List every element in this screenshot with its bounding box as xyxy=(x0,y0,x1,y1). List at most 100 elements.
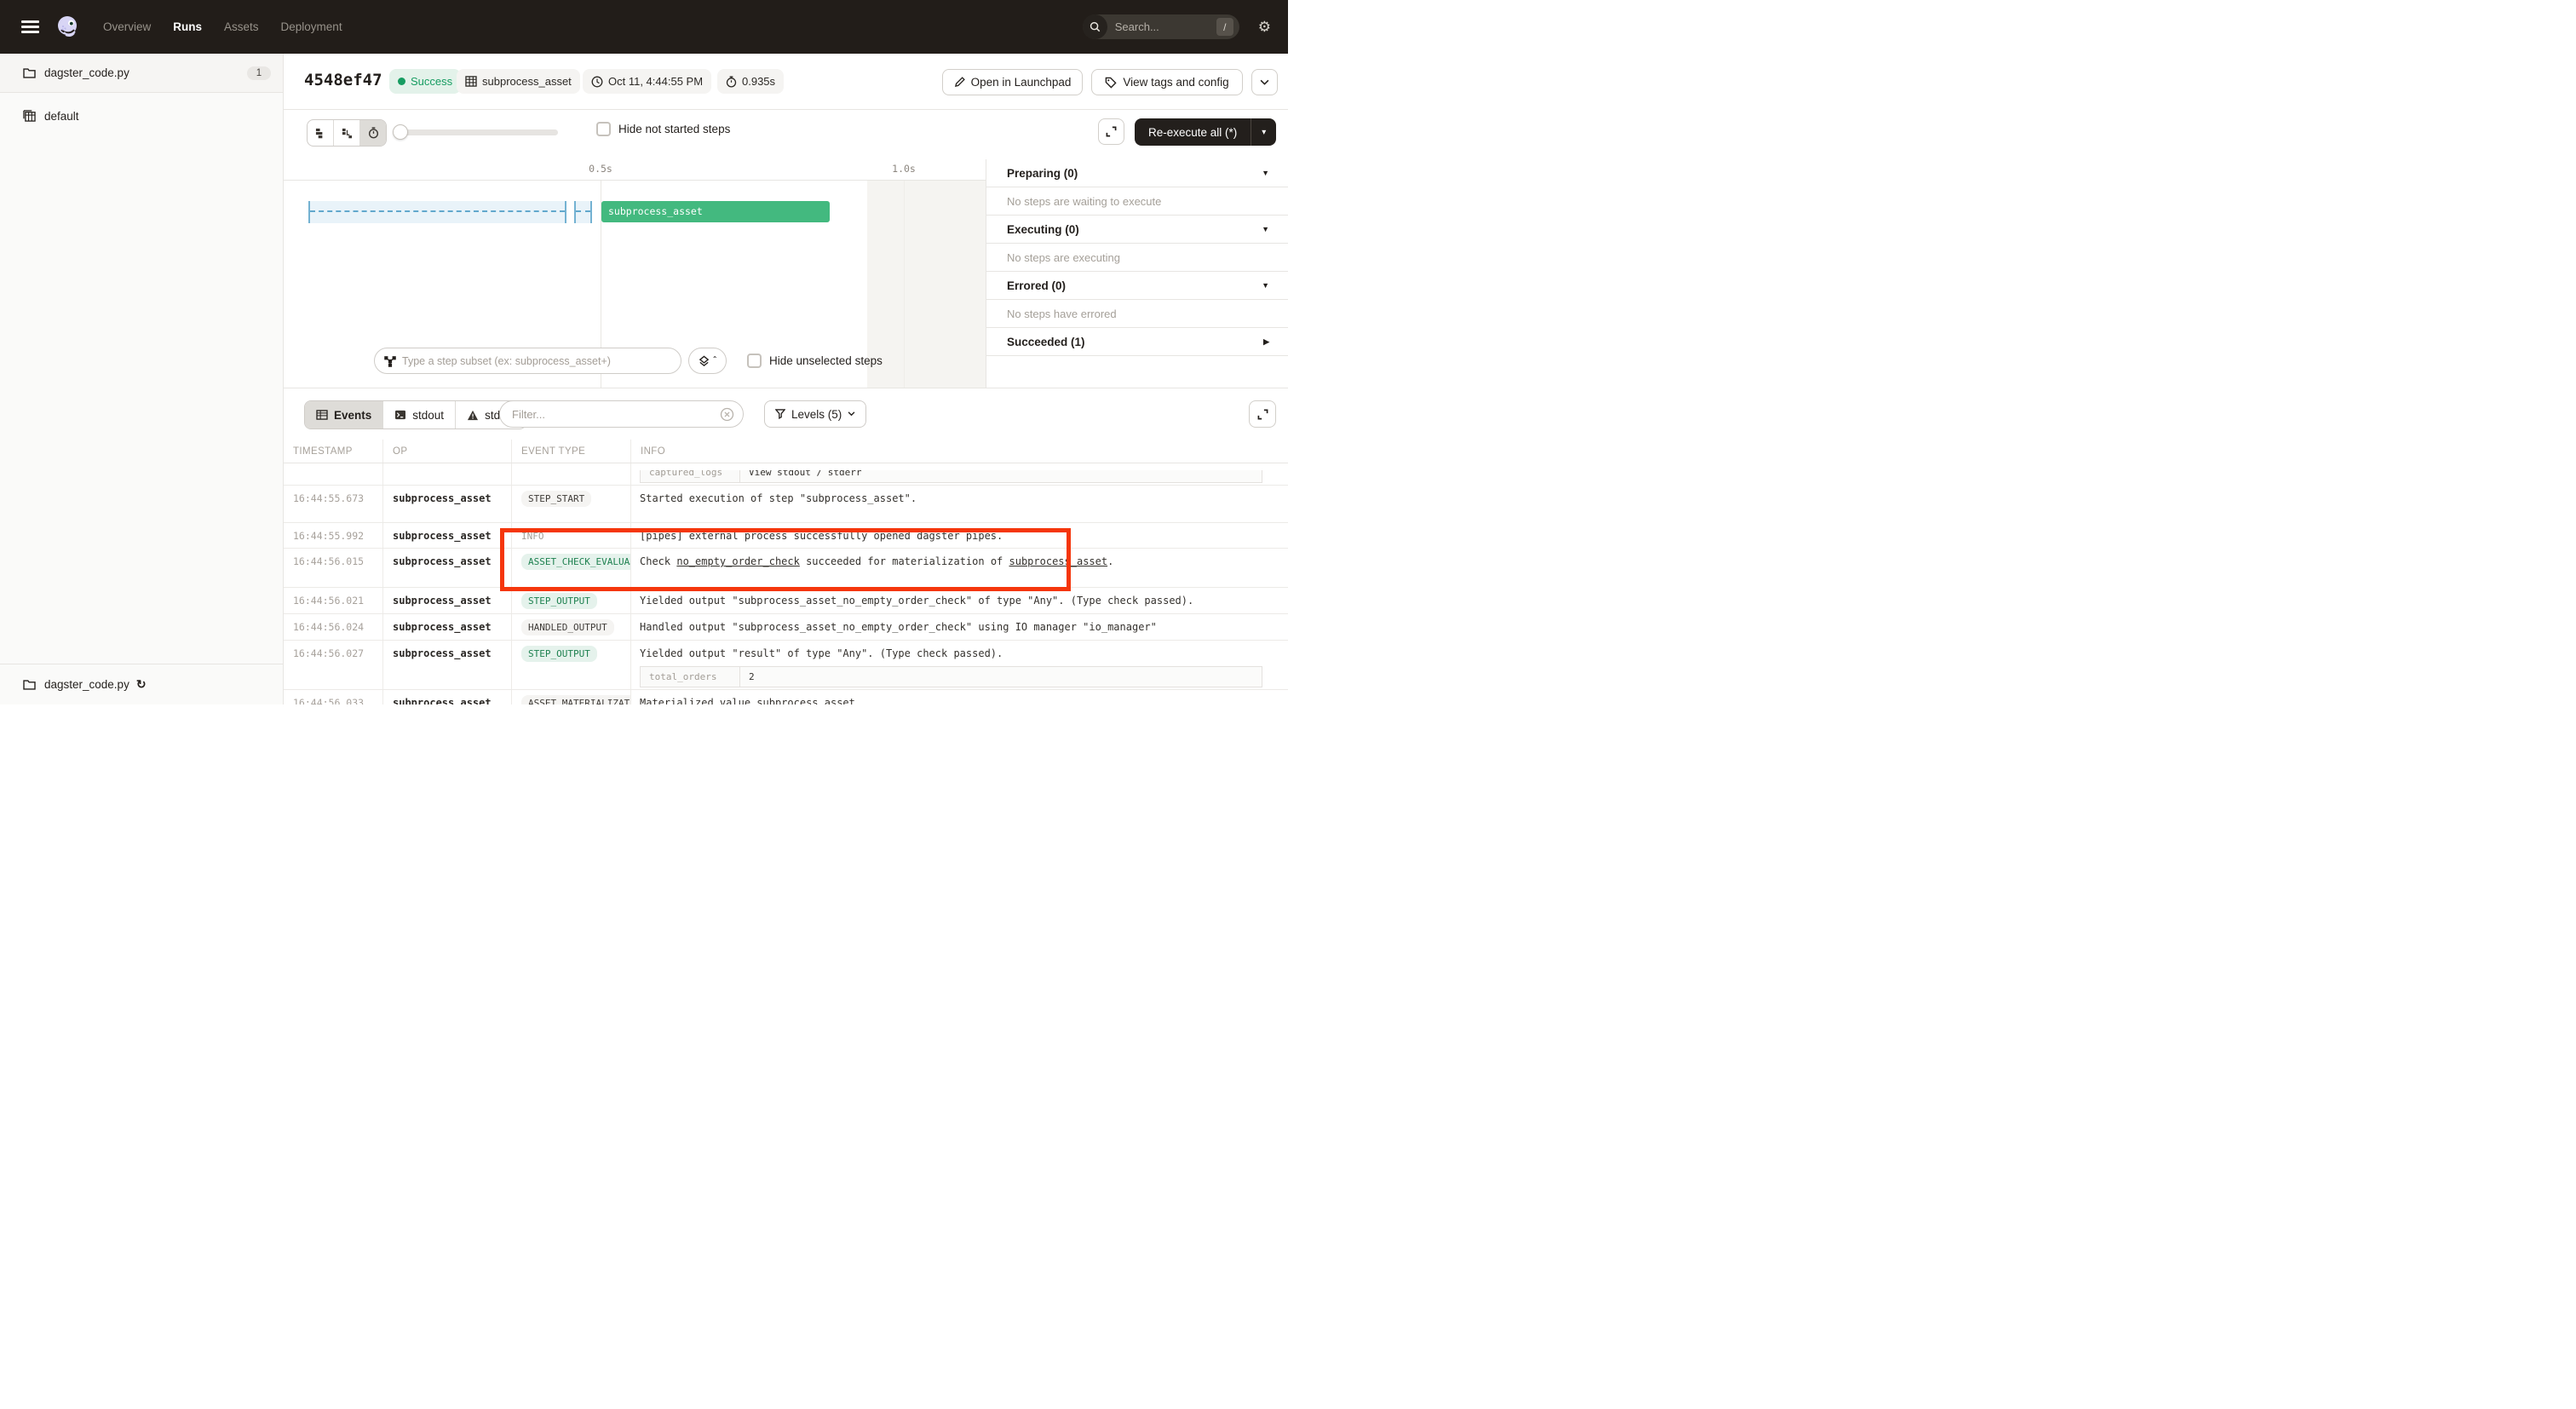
sidebar-item-default[interactable]: default xyxy=(0,101,283,130)
log-row[interactable]: 16:44:56.015subprocess_assetASSET_CHECK_… xyxy=(284,549,1288,588)
log-info: Handled output "subprocess_asset_no_empt… xyxy=(631,614,1288,640)
log-row[interactable]: 16:44:56.021subprocess_assetSTEP_OUTPUTY… xyxy=(284,588,1288,614)
info-link[interactable]: subprocess_asset xyxy=(1009,555,1108,567)
hide-unselected-checkbox-row[interactable]: Hide unselected steps xyxy=(747,354,883,368)
levels-dropdown[interactable]: Levels (5) xyxy=(764,400,866,428)
waiting-period-bar-2 xyxy=(574,201,592,223)
filter-funnel-icon xyxy=(775,409,785,419)
log-event-type: STEP_OUTPUT xyxy=(512,641,631,689)
clock-icon xyxy=(591,76,603,88)
info-text: succeeded for materialization of xyxy=(800,555,1009,567)
logs-fullscreen-button[interactable] xyxy=(1249,400,1276,428)
log-row[interactable]: 16:44:55.673subprocess_assetSTEP_STARTSt… xyxy=(284,486,1288,523)
hide-not-started-checkbox[interactable] xyxy=(596,122,611,136)
zoom-slider-thumb[interactable] xyxy=(393,124,408,140)
metadata-value[interactable]: View stdout / stderr xyxy=(740,470,1262,483)
reload-icon[interactable]: ↻ xyxy=(136,677,147,692)
chevron-down-icon xyxy=(1260,79,1269,85)
clear-filter-icon[interactable] xyxy=(720,407,734,422)
run-timestamp: Oct 11, 4:44:55 PM xyxy=(583,69,711,94)
status-section-header[interactable]: Succeeded (1)▶ xyxy=(986,328,1288,356)
reexecute-label: Re-execute all (*) xyxy=(1135,126,1251,139)
folder-icon xyxy=(23,679,36,690)
nav-item-deployment[interactable]: Deployment xyxy=(281,20,342,33)
search-input[interactable]: Search... / xyxy=(1083,14,1239,39)
metadata-table: total_orders2 xyxy=(640,666,1262,687)
logs-toolbar: Eventsstdoutstderr Filter... Levels (5) xyxy=(284,388,1288,440)
open-in-launchpad-button[interactable]: Open in Launchpad xyxy=(942,69,1083,95)
timed-view-icon[interactable] xyxy=(360,120,386,146)
gantt-view-segmented-control xyxy=(307,119,387,147)
log-info: Materialized value subprocess_asset. xyxy=(631,690,1288,704)
sidebar-bottom-code-location[interactable]: dagster_code.py ↻ xyxy=(0,664,283,704)
warning-icon xyxy=(467,410,479,421)
code-location-label: dagster_code.py xyxy=(44,66,129,79)
nav-item-assets[interactable]: Assets xyxy=(224,20,259,33)
log-row[interactable]: captured_logsView stdout / stderr xyxy=(284,463,1288,486)
gantt-fullscreen-button[interactable] xyxy=(1098,118,1124,145)
info-link[interactable]: no_empty_order_check xyxy=(676,555,800,567)
log-timestamp: 16:44:55.673 xyxy=(284,486,383,522)
asset-tag[interactable]: subprocess_asset xyxy=(457,69,580,94)
tag-icon xyxy=(1105,77,1117,89)
log-op: subprocess_asset xyxy=(383,588,512,613)
event-type-badge: INFO xyxy=(521,528,551,544)
log-op: subprocess_asset xyxy=(383,486,512,522)
status-section-label: Succeeded (1) xyxy=(1007,336,1085,348)
collapse-caret-icon: ˆ xyxy=(713,356,716,365)
timeline-axis: 0.5s 1.0s xyxy=(284,159,986,181)
log-filter-input[interactable]: Filter... xyxy=(499,400,744,428)
info-text: Materialized value subprocess_asset. xyxy=(640,697,861,704)
log-op xyxy=(383,463,512,485)
log-info: Yielded output "subprocess_asset_no_empt… xyxy=(631,588,1288,613)
gantt-step-bar[interactable]: subprocess_asset xyxy=(601,201,830,222)
hamburger-menu-icon[interactable] xyxy=(21,20,39,33)
info-text: Check xyxy=(640,555,676,567)
log-event-type: ASSET_MATERIALIZAT… xyxy=(512,690,631,704)
sidebar-item-label: default xyxy=(44,110,79,123)
status-section-header[interactable]: Executing (0)▼ xyxy=(986,216,1288,244)
search-shortcut-badge: / xyxy=(1216,18,1233,36)
asset-grid-icon xyxy=(465,76,477,87)
run-duration: 0.935s xyxy=(717,69,784,94)
dagster-logo-icon[interactable] xyxy=(56,15,79,38)
col-op: OP xyxy=(383,440,512,463)
hide-unselected-label: Hide unselected steps xyxy=(769,354,883,367)
status-section-header[interactable]: Preparing (0)▼ xyxy=(986,159,1288,187)
log-row[interactable]: 16:44:56.024subprocess_assetHANDLED_OUTP… xyxy=(284,614,1288,641)
reexecute-button[interactable]: Re-execute all (*) ▾ xyxy=(1135,118,1276,146)
graph-query-toggle-button[interactable]: ˆ xyxy=(688,348,727,374)
hide-not-started-checkbox-row[interactable]: Hide not started steps xyxy=(596,122,730,136)
view-tags-config-button[interactable]: View tags and config xyxy=(1091,69,1243,95)
log-tabs: Eventsstdoutstderr xyxy=(304,400,526,429)
zoom-slider-track[interactable] xyxy=(400,129,558,135)
event-type-badge: ASSET_MATERIALIZAT… xyxy=(521,695,631,704)
terminal-icon xyxy=(394,410,406,420)
info-text: [pipes] external process successfully op… xyxy=(640,530,1003,542)
nav-item-runs[interactable]: Runs xyxy=(173,20,202,33)
nav-item-overview[interactable]: Overview xyxy=(103,20,151,33)
log-row[interactable]: 16:44:56.027subprocess_assetSTEP_OUTPUTY… xyxy=(284,641,1288,690)
sidebar-code-location[interactable]: dagster_code.py 1 xyxy=(0,54,283,93)
tab-stdout[interactable]: stdout xyxy=(383,401,456,428)
log-row[interactable]: 16:44:56.033subprocess_assetASSET_MATERI… xyxy=(284,690,1288,704)
flat-view-icon[interactable] xyxy=(308,120,334,146)
expand-icon xyxy=(1257,409,1268,420)
status-section-header[interactable]: Errored (0)▼ xyxy=(986,272,1288,300)
info-text: Yielded output "subprocess_asset_no_empt… xyxy=(640,595,1193,607)
tab-events[interactable]: Events xyxy=(305,401,383,428)
log-row[interactable]: 16:44:55.992subprocess_assetINFO[pipes] … xyxy=(284,523,1288,549)
reexecute-caret-icon[interactable]: ▾ xyxy=(1251,128,1276,137)
run-header-more-button[interactable] xyxy=(1251,69,1278,95)
waterfall-view-icon[interactable] xyxy=(334,120,360,146)
log-op: subprocess_asset xyxy=(383,549,512,587)
hide-unselected-checkbox[interactable] xyxy=(747,354,762,368)
search-icon xyxy=(1083,14,1107,39)
step-subset-input[interactable]: Type a step subset (ex: subprocess_asset… xyxy=(374,348,681,374)
dagster-run-page: Overview Runs Assets Deployment Search... /… xyxy=(0,0,1288,704)
log-op: subprocess_asset xyxy=(383,690,512,704)
gear-icon[interactable]: ⚙ xyxy=(1258,20,1271,34)
log-op: subprocess_asset xyxy=(383,641,512,689)
log-event-type: STEP_OUTPUT xyxy=(512,588,631,613)
run-id: 4548ef47 xyxy=(304,71,382,89)
